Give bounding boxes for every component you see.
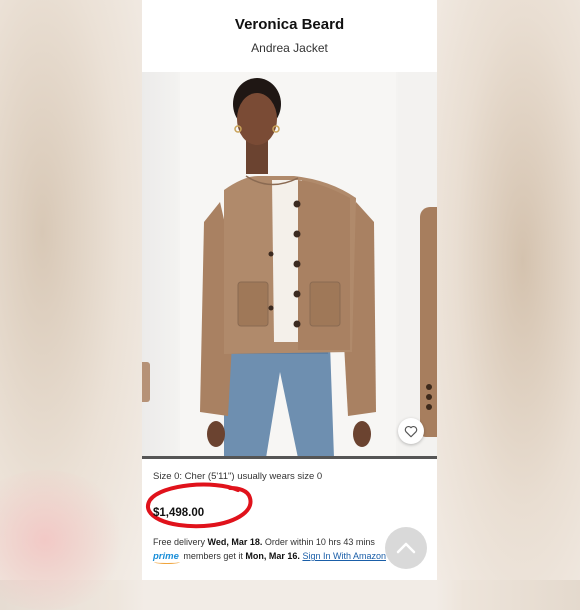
brand-name: Veronica Beard xyxy=(234,16,345,33)
product-screen: Veronica Beard Andrea Jacket Size 0: Che… xyxy=(142,0,437,580)
carousel-slide-previous[interactable] xyxy=(142,72,178,458)
product-name: Andrea Jacket xyxy=(251,41,328,55)
prime-text: members get it xyxy=(180,551,246,561)
chevron-up-icon xyxy=(396,542,416,554)
heart-outline-icon xyxy=(404,425,418,437)
delivery-prefix: Free delivery xyxy=(153,537,208,547)
carousel-slide-next[interactable] xyxy=(398,72,437,458)
background-blur-right xyxy=(437,0,580,580)
delivery-suffix: Order within 10 hrs 43 mins xyxy=(262,537,375,547)
scroll-to-top-button[interactable] xyxy=(385,527,427,569)
delivery-info: Free delivery Wed, Mar 18. Order within … xyxy=(153,537,375,547)
prime-date: Mon, Mar 16. xyxy=(245,551,300,561)
carousel-progress-fill xyxy=(142,456,437,459)
delivery-date: Wed, Mar 18. xyxy=(207,537,263,547)
background-blur-left xyxy=(0,0,142,610)
product-image[interactable] xyxy=(180,72,396,458)
sign-in-link[interactable]: Sign In With Amazon xyxy=(302,551,386,561)
favorite-button[interactable] xyxy=(398,418,424,444)
model-wearing-jacket xyxy=(200,78,376,458)
prime-logo: prime xyxy=(153,551,179,562)
carousel-progress-bar xyxy=(142,456,437,459)
image-carousel[interactable] xyxy=(142,72,437,458)
prime-delivery-info: prime members get it Mon, Mar 16. Sign I… xyxy=(153,551,386,562)
price: $1,498.00 xyxy=(153,507,205,519)
